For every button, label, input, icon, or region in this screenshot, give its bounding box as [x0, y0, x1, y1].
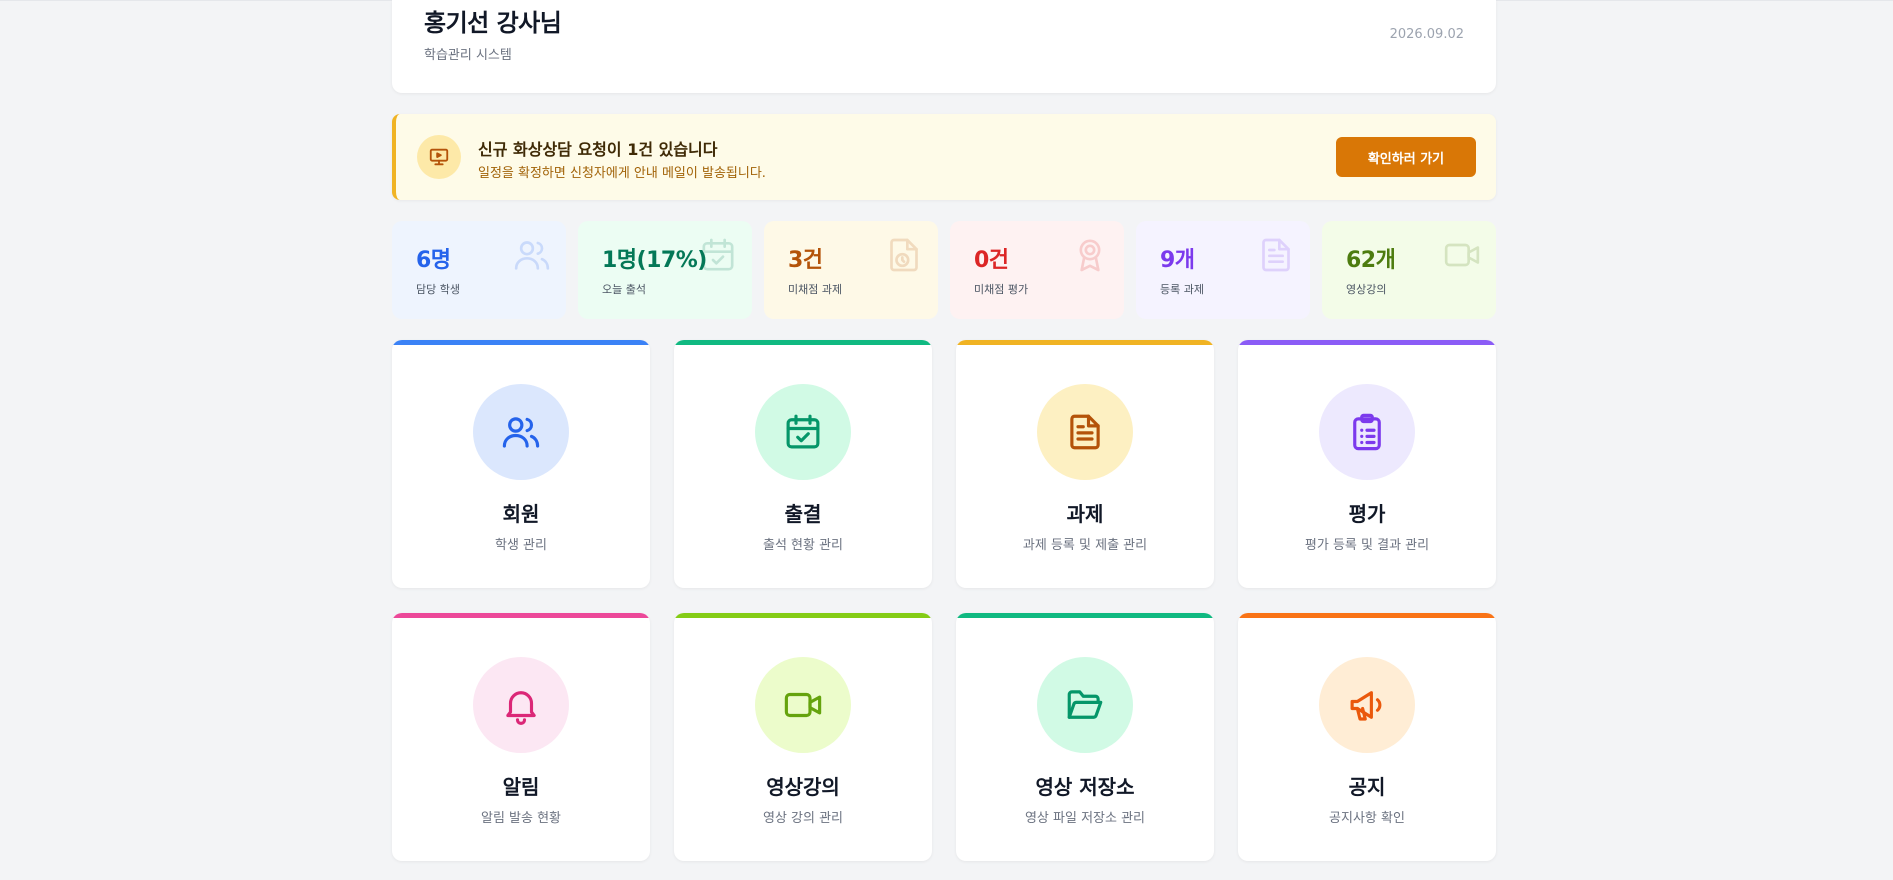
- card-description: 평가 등록 및 결과 관리: [1304, 538, 1430, 553]
- megaphone-icon: [1319, 657, 1415, 753]
- card-title: 출결: [784, 502, 822, 526]
- card-description: 과제 등록 및 제출 관리: [1022, 538, 1148, 553]
- stat-label: 담당 학생: [416, 283, 460, 296]
- award-icon: [1070, 235, 1110, 279]
- card-accent-bar: [392, 613, 650, 618]
- card-title: 영상 저장소: [1035, 775, 1135, 799]
- menu-card-notices[interactable]: 공지 공지사항 확인: [1238, 613, 1496, 861]
- document-icon: [1037, 384, 1133, 480]
- alert-title: 신규 화상상담 요청이 1건 있습니다: [478, 140, 718, 159]
- stat-label: 미채점 평가: [974, 283, 1029, 296]
- clipboard-list-icon: [1319, 384, 1415, 480]
- stat-label: 미채점 과제: [788, 283, 843, 296]
- card-description: 알림 발송 현황: [480, 811, 562, 826]
- card-accent-bar: [674, 613, 932, 618]
- calendar-check-icon: [755, 384, 851, 480]
- menu-card-attendance[interactable]: 출결 출석 현황 관리: [674, 340, 932, 588]
- card-description: 학생 관리: [495, 538, 547, 553]
- menu-card-members[interactable]: 회원 학생 관리: [392, 340, 650, 588]
- card-title: 공지: [1348, 775, 1386, 799]
- stats-row: 6명 담당 학생 1명(17%) 오늘 출석 3건 미채점 과제 0건 미채점 …: [392, 221, 1496, 319]
- menu-card-assignments[interactable]: 과제 과제 등록 및 제출 관리: [956, 340, 1214, 588]
- card-accent-bar: [1238, 340, 1496, 345]
- card-accent-bar: [956, 340, 1214, 345]
- consultation-alert-banner: 신규 화상상담 요청이 1건 있습니다 일정을 확정하면 신청자에게 안내 메일…: [392, 114, 1496, 200]
- card-accent-bar: [392, 340, 650, 345]
- page-subtitle: 학습관리 시스템: [424, 48, 512, 63]
- video-presentation-icon: [417, 135, 461, 179]
- card-accent-bar: [956, 613, 1214, 618]
- menu-card-notifications[interactable]: 알림 알림 발송 현황: [392, 613, 650, 861]
- stat-label: 영상강의: [1346, 283, 1387, 296]
- menu-card-video-storage[interactable]: 영상 저장소 영상 파일 저장소 관리: [956, 613, 1214, 861]
- video-camera-icon: [1442, 235, 1482, 279]
- stat-ungraded-evaluations: 0건 미채점 평가: [950, 221, 1124, 319]
- stat-registered-assignments: 9개 등록 과제: [1136, 221, 1310, 319]
- card-title: 평가: [1348, 502, 1386, 526]
- card-title: 회원: [502, 502, 540, 526]
- calendar-check-icon: [698, 235, 738, 279]
- alert-description: 일정을 확정하면 신청자에게 안내 메일이 발송됩니다.: [478, 166, 766, 181]
- card-accent-bar: [674, 340, 932, 345]
- folder-open-icon: [1037, 657, 1133, 753]
- document-clock-icon: [884, 235, 924, 279]
- current-date: 2026.09.02: [1389, 27, 1464, 42]
- menu-card-evaluations[interactable]: 평가 평가 등록 및 결과 관리: [1238, 340, 1496, 588]
- stat-label: 오늘 출석: [602, 283, 646, 296]
- stat-label: 등록 과제: [1160, 283, 1204, 296]
- stat-attendance: 1명(17%) 오늘 출석: [578, 221, 752, 319]
- users-icon: [473, 384, 569, 480]
- video-camera-icon: [755, 657, 851, 753]
- stat-ungraded-assignments: 3건 미채점 과제: [764, 221, 938, 319]
- card-description: 공지사항 확인: [1329, 811, 1405, 826]
- go-confirm-button[interactable]: 확인하러 가기: [1336, 137, 1476, 177]
- stat-video-lectures: 62개 영상강의: [1322, 221, 1496, 319]
- card-title: 영상강의: [766, 775, 840, 799]
- card-description: 출석 현황 관리: [762, 538, 844, 553]
- card-title: 알림: [502, 775, 540, 799]
- document-icon: [1256, 235, 1296, 279]
- page-header: 홍기선 강사님 학습관리 시스템 2026.09.02: [392, 0, 1496, 93]
- card-description: 영상 파일 저장소 관리: [1024, 811, 1146, 826]
- card-description: 영상 강의 관리: [762, 811, 844, 826]
- page-title: 홍기선 강사님: [424, 9, 562, 37]
- menu-card-video-lectures[interactable]: 영상강의 영상 강의 관리: [674, 613, 932, 861]
- card-title: 과제: [1066, 502, 1104, 526]
- stat-students: 6명 담당 학생: [392, 221, 566, 319]
- users-icon: [512, 235, 552, 279]
- bell-icon: [473, 657, 569, 753]
- card-accent-bar: [1238, 613, 1496, 618]
